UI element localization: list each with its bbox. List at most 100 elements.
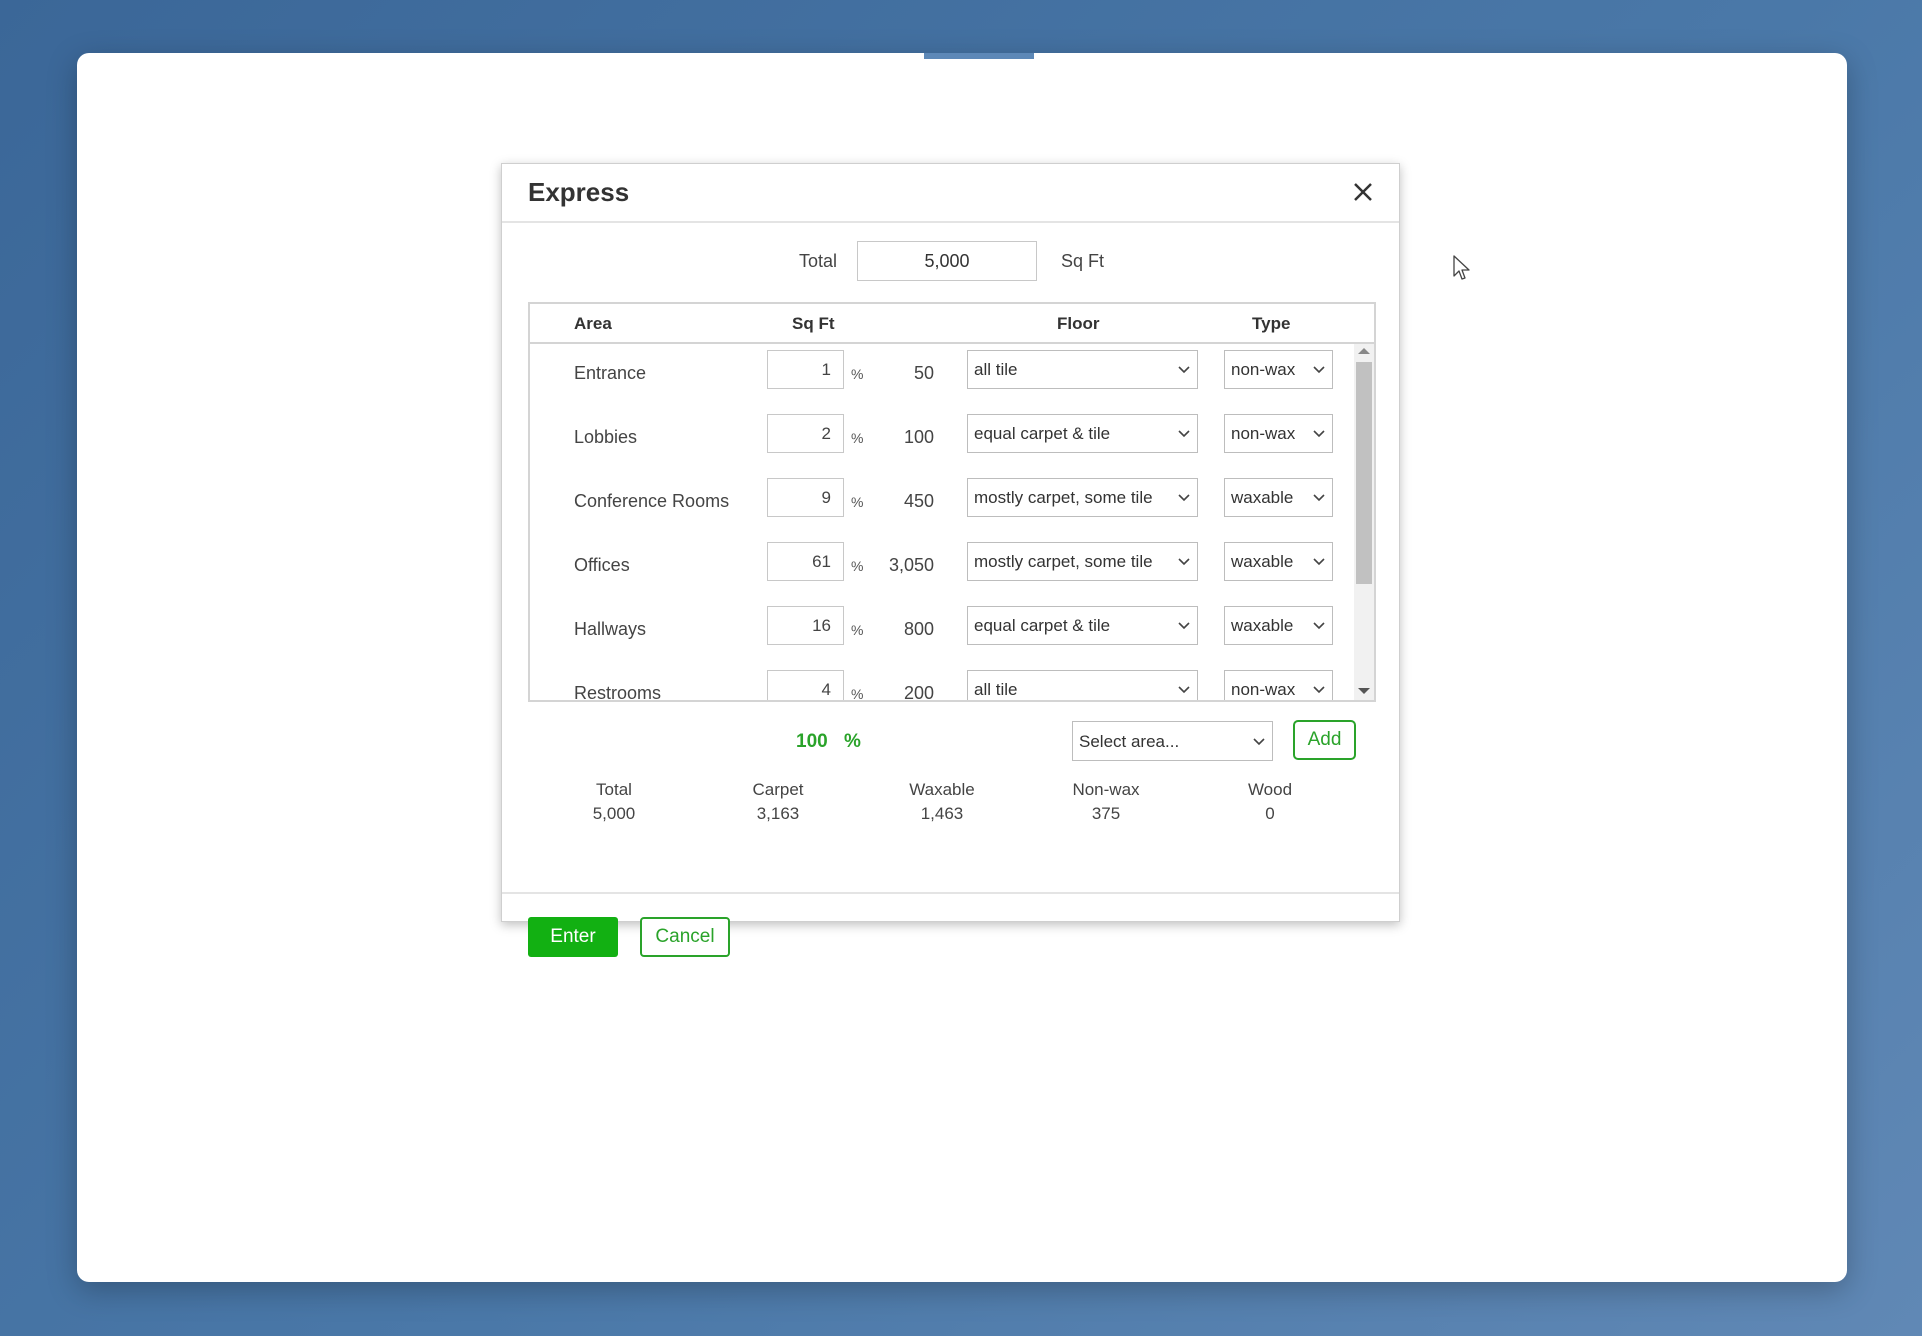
chevron-down-icon bbox=[1253, 738, 1265, 746]
type-select[interactable]: waxable bbox=[1224, 542, 1333, 581]
header-floor: Floor bbox=[1057, 314, 1100, 333]
chevron-down-icon bbox=[1313, 366, 1325, 374]
floor-select-value: all tile bbox=[974, 360, 1018, 379]
stat-wood: Wood 0 bbox=[1210, 778, 1330, 826]
floor-select[interactable]: equal carpet & tile bbox=[967, 606, 1198, 645]
stat-carpet: Carpet 3,163 bbox=[718, 778, 838, 826]
sqft-value: 3,050 bbox=[888, 555, 934, 575]
chevron-down-icon bbox=[1178, 686, 1190, 694]
mouse-cursor-icon bbox=[1453, 255, 1470, 280]
type-select-value: non-wax bbox=[1231, 680, 1296, 699]
percent-total-sign: % bbox=[844, 731, 861, 752]
table-row: Entrance % 50 all tile non-wax bbox=[530, 344, 1354, 408]
stat-label: Waxable bbox=[909, 780, 975, 799]
sqft-value: 200 bbox=[903, 683, 934, 700]
chevron-down-icon bbox=[1313, 430, 1325, 438]
type-select[interactable]: non-wax bbox=[1224, 350, 1333, 389]
total-sqft-input[interactable] bbox=[857, 241, 1037, 281]
sqft-value: 450 bbox=[903, 491, 934, 511]
type-select-value: non-wax bbox=[1231, 360, 1296, 379]
floor-select[interactable]: mostly carpet, some tile bbox=[967, 542, 1198, 581]
floor-select-value: all tile bbox=[974, 680, 1018, 699]
scrollbar-thumb[interactable] bbox=[1356, 362, 1372, 584]
add-area-button[interactable]: Add bbox=[1293, 720, 1356, 760]
floor-select-value: equal carpet & tile bbox=[974, 424, 1111, 443]
percent-input[interactable] bbox=[767, 542, 844, 581]
stat-label: Total bbox=[596, 780, 632, 799]
type-select-value: non-wax bbox=[1231, 424, 1296, 443]
table-header: Area Sq Ft Floor Type bbox=[530, 304, 1374, 344]
sqft-value: 800 bbox=[903, 619, 934, 639]
table-row: Offices % 3,050 mostly carpet, some tile… bbox=[530, 536, 1354, 600]
stat-value: 0 bbox=[1265, 804, 1275, 823]
type-select[interactable]: waxable bbox=[1224, 478, 1333, 517]
cancel-button[interactable]: Cancel bbox=[640, 917, 730, 957]
app-window: Express Total Sq Ft Area Sq Ft Floor Typ… bbox=[77, 53, 1847, 1282]
chevron-down-icon bbox=[1178, 366, 1190, 374]
area-name: Conference Rooms bbox=[574, 491, 730, 511]
chevron-down-icon bbox=[1313, 622, 1325, 630]
select-area-value: Select area... bbox=[1079, 732, 1180, 751]
select-area-dropdown[interactable]: Select area... bbox=[1072, 721, 1273, 761]
stat-non-wax: Non-wax 375 bbox=[1046, 778, 1166, 826]
stat-value: 1,463 bbox=[920, 804, 964, 823]
percent-total: 100 bbox=[796, 731, 828, 752]
chevron-down-icon bbox=[1313, 686, 1325, 694]
close-icon[interactable] bbox=[1349, 178, 1377, 206]
chevron-down-icon bbox=[1178, 430, 1190, 438]
type-select[interactable]: non-wax bbox=[1224, 414, 1333, 453]
scroll-up-arrow-icon[interactable] bbox=[1358, 348, 1370, 354]
table-row: Conference Rooms % 450 mostly carpet, so… bbox=[530, 472, 1354, 536]
scroll-down-arrow-icon[interactable] bbox=[1358, 688, 1370, 694]
stat-label: Carpet bbox=[752, 780, 804, 799]
stat-value: 5,000 bbox=[592, 804, 636, 823]
sqft-value: 100 bbox=[903, 427, 934, 447]
chevron-down-icon bbox=[1313, 494, 1325, 502]
dialog-title: Express bbox=[528, 177, 630, 207]
percent-input[interactable] bbox=[767, 670, 844, 700]
area-name: Hallways bbox=[574, 619, 647, 639]
stat-label: Non-wax bbox=[1072, 780, 1140, 799]
type-select[interactable]: waxable bbox=[1224, 606, 1333, 645]
dialog-header: Express bbox=[502, 164, 1399, 223]
stat-waxable: Waxable 1,463 bbox=[882, 778, 1002, 826]
express-dialog: Express Total Sq Ft Area Sq Ft Floor Typ… bbox=[501, 163, 1400, 957]
floor-select-value: mostly carpet, some tile bbox=[974, 552, 1153, 571]
stat-value: 3,163 bbox=[756, 804, 800, 823]
percent-input[interactable] bbox=[767, 606, 844, 645]
type-select-value: waxable bbox=[1231, 616, 1294, 635]
area-name: Entrance bbox=[574, 363, 647, 383]
percent-input[interactable] bbox=[767, 350, 844, 389]
percent-input[interactable] bbox=[767, 478, 844, 517]
area-table: Area Sq Ft Floor Type Entrance % 50 all … bbox=[528, 302, 1376, 702]
floor-select-value: mostly carpet, some tile bbox=[974, 488, 1153, 507]
floor-select-value: equal carpet & tile bbox=[974, 616, 1111, 635]
total-unit-label: Sq Ft bbox=[1061, 251, 1105, 271]
chevron-down-icon bbox=[1178, 558, 1190, 566]
header-area: Area bbox=[574, 314, 612, 333]
total-label: Total bbox=[799, 251, 838, 271]
stat-total: Total 5,000 bbox=[554, 778, 674, 826]
table-row: Restrooms % 200 all tile non-wax bbox=[530, 664, 1354, 700]
floor-select[interactable]: all tile bbox=[967, 350, 1198, 389]
stat-label: Wood bbox=[1247, 780, 1293, 799]
percent-input[interactable] bbox=[767, 414, 844, 453]
chevron-down-icon bbox=[1313, 558, 1325, 566]
header-type: Type bbox=[1252, 314, 1291, 333]
table-scrollbar[interactable] bbox=[1354, 344, 1374, 700]
chevron-down-icon bbox=[1178, 622, 1190, 630]
table-row: Lobbies % 100 equal carpet & tile non-wa… bbox=[530, 408, 1354, 472]
floor-select[interactable]: mostly carpet, some tile bbox=[967, 478, 1198, 517]
area-name: Restrooms bbox=[574, 683, 662, 700]
area-name: Lobbies bbox=[574, 427, 638, 447]
table-rows[interactable]: Entrance % 50 all tile non-wax Lobbies bbox=[530, 344, 1354, 700]
sqft-value: 50 bbox=[913, 363, 934, 383]
floor-select[interactable]: all tile bbox=[967, 670, 1198, 700]
area-name: Offices bbox=[574, 555, 630, 575]
enter-button[interactable]: Enter bbox=[528, 917, 618, 957]
type-select[interactable]: non-wax bbox=[1224, 670, 1333, 700]
footer-divider bbox=[502, 892, 1399, 894]
table-row: Hallways % 800 equal carpet & tile waxab… bbox=[530, 600, 1354, 664]
floor-select[interactable]: equal carpet & tile bbox=[967, 414, 1198, 453]
type-select-value: waxable bbox=[1231, 488, 1294, 507]
